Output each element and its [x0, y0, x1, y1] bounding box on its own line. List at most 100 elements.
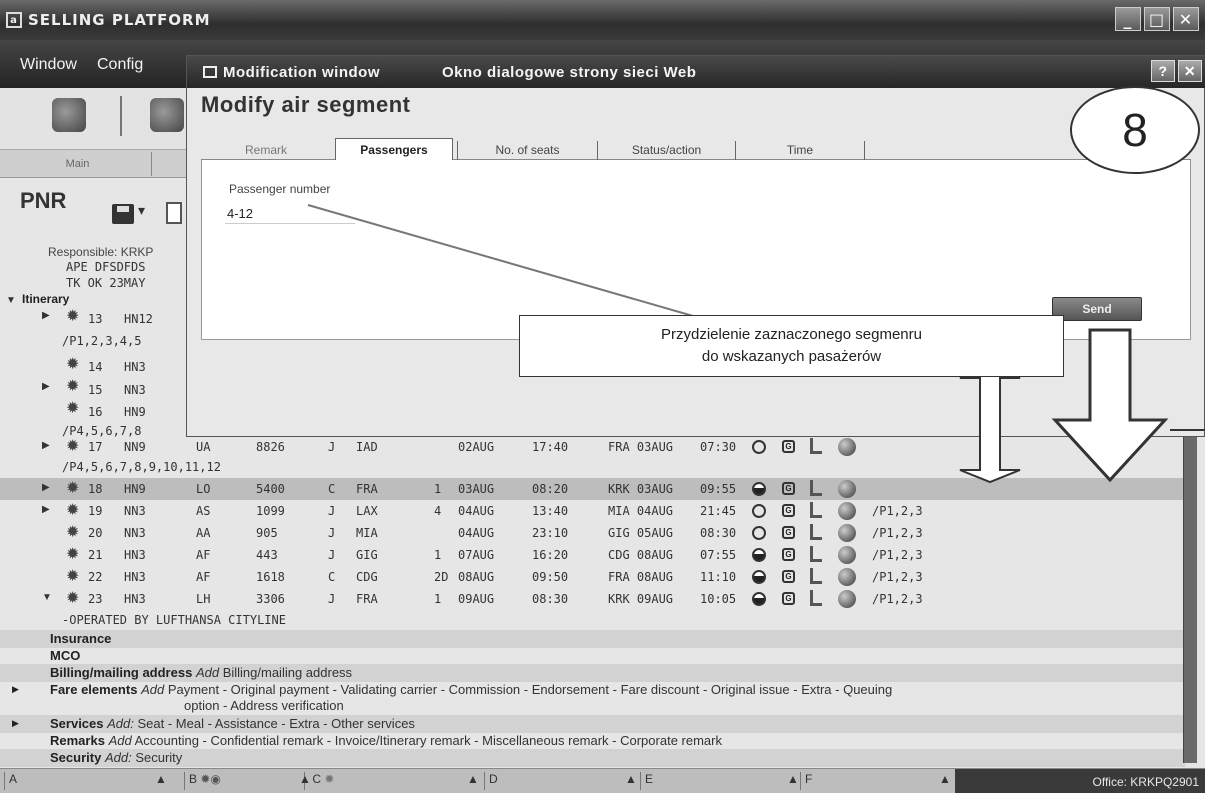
- toolbar-separator: [120, 96, 122, 136]
- expand-arrow-icon[interactable]: ▶: [42, 482, 50, 493]
- segment-dep-time: 16:20: [532, 548, 569, 562]
- toolbar-cup-icon[interactable]: [150, 98, 184, 132]
- save-icon[interactable]: [112, 204, 134, 224]
- ticket-icon[interactable]: G: [782, 482, 795, 495]
- info-globe-icon[interactable]: [838, 546, 856, 564]
- segment-row[interactable]: ▼ ✹ 23 HN3 LH 3306 J FRA 1 09AUG 08:30 KRK 09AUG 10:…: [0, 588, 1185, 610]
- segment-row[interactable]: ▶ ✹ 18 HN9 LO 5400 C FRA 1 03AUG 08:20 KRK 03AUG 09:…: [0, 478, 1185, 500]
- menu-window[interactable]: Window: [20, 56, 77, 74]
- segment-row[interactable]: ✹ 21 HN3 AF 443 J GIG 1 07AUG 16:20 CDG 08AUG 07:55…: [0, 544, 1185, 566]
- billing-link[interactable]: Billing/mailing address: [223, 665, 352, 680]
- segment-airline: LH: [196, 592, 211, 606]
- dialog-tabs: Remark Passengers No. of seats Status/ac…: [201, 138, 1191, 161]
- fare-elements-links-2[interactable]: option - Address verification: [184, 698, 344, 713]
- seat-icon[interactable]: [810, 590, 822, 606]
- expand-arrow-icon[interactable]: ▶: [42, 504, 50, 515]
- dialog-heading: Modify air segment: [201, 92, 411, 117]
- ticket-icon[interactable]: G: [782, 526, 795, 539]
- collapse-arrow-icon[interactable]: ▼: [42, 592, 52, 603]
- segment-row[interactable]: ▶ ✹ 17 NN9 UA 8826 J IAD 02AUG 17:40 FRA 03AUG 07:3…: [0, 436, 1185, 458]
- remarks-links[interactable]: Accounting - Confidential remark - Invoi…: [135, 733, 722, 748]
- fare-elements-row: ▶ Fare elements Add Payment - Original p…: [0, 681, 1185, 715]
- help-button[interactable]: ?: [1151, 60, 1175, 82]
- segment-status: NN3: [124, 526, 146, 540]
- dialog-close-button[interactable]: ✕: [1178, 60, 1202, 82]
- tab-main[interactable]: Main: [4, 152, 152, 176]
- segment-row[interactable]: ▶ ✹ 19 NN3 AS 1099 J LAX 4 04AUG 13:40 MIA 04AUG 21:…: [0, 500, 1185, 522]
- send-button[interactable]: Send: [1052, 297, 1142, 321]
- pnr-title: PNR: [20, 188, 67, 213]
- segment-dep-time: 08:20: [532, 482, 569, 496]
- segment-dep-date: 04AUG: [458, 504, 495, 518]
- seat-icon[interactable]: [810, 502, 822, 518]
- seat-icon[interactable]: [810, 568, 822, 584]
- modification-dialog: Modification window Okno dialogowe stron…: [186, 55, 1205, 437]
- info-globe-icon[interactable]: [838, 502, 856, 520]
- info-globe-icon[interactable]: [838, 524, 856, 542]
- ticket-icon[interactable]: G: [782, 592, 795, 605]
- expand-arrow-icon[interactable]: ▶: [42, 310, 50, 321]
- seat-icon[interactable]: [810, 438, 822, 454]
- minimize-button[interactable]: _: [1115, 7, 1141, 31]
- step-number-badge: 8: [1070, 86, 1200, 174]
- collapse-arrow-icon[interactable]: ▼: [6, 295, 16, 306]
- toolbar-globe-icon[interactable]: [52, 98, 86, 132]
- maximize-button[interactable]: □: [1144, 7, 1170, 31]
- mco-label[interactable]: MCO: [50, 648, 80, 663]
- dialog-body: [201, 160, 1191, 340]
- expand-arrow-icon[interactable]: ▶: [42, 440, 50, 451]
- app-title-bar: a SELLING PLATFORM _ □ ✕: [0, 0, 1205, 40]
- security-link[interactable]: Security: [135, 750, 182, 765]
- save-dropdown-icon[interactable]: ▾: [138, 202, 145, 219]
- expand-arrow-icon[interactable]: ▶: [42, 381, 50, 392]
- info-globe-icon[interactable]: [838, 568, 856, 586]
- tab-passengers[interactable]: Passengers: [335, 138, 453, 161]
- segment-arr-time: 07:30: [700, 440, 737, 454]
- insurance-label[interactable]: Insurance: [50, 631, 111, 646]
- ticket-icon[interactable]: G: [782, 504, 795, 517]
- tab-time[interactable]: Time: [735, 141, 865, 160]
- info-globe-icon[interactable]: [838, 480, 856, 498]
- add-label: Add: [141, 682, 165, 697]
- ticket-icon[interactable]: G: [782, 570, 795, 583]
- info-globe-icon[interactable]: [838, 438, 856, 456]
- segment-cls: J: [328, 440, 336, 454]
- expand-arrow-icon[interactable]: ▶: [12, 684, 19, 695]
- info-globe-icon[interactable]: [838, 590, 856, 608]
- segment-num: 22: [88, 570, 103, 584]
- fare-elements-links[interactable]: Payment - Original payment - Validating …: [168, 682, 892, 697]
- responsible-office: Responsible: KRKP: [48, 245, 154, 259]
- segment-flight: 1099: [256, 504, 285, 518]
- segment-airline: AS: [196, 504, 211, 518]
- services-links[interactable]: Seat - Meal - Assistance - Extra - Other…: [138, 716, 415, 731]
- segment-passengers: /P4,5,6,7,8,9,10,11,12: [62, 460, 221, 474]
- seat-icon[interactable]: [810, 546, 822, 562]
- segment-dep-time: 08:30: [532, 592, 569, 606]
- passenger-icon: ✹: [66, 356, 80, 373]
- expand-arrow-icon[interactable]: ▶: [12, 718, 19, 729]
- segment-cls: J: [328, 592, 336, 606]
- segment-from: LAX: [356, 504, 378, 518]
- security-row: Security Add: Security: [0, 749, 1185, 767]
- segment-row[interactable]: ✹ 22 HN3 AF 1618 C CDG 2D 08AUG 09:50 FRA 08AUG 11:…: [0, 566, 1185, 588]
- ticket-icon[interactable]: G: [782, 548, 795, 561]
- segment-pax: /P1,2,3: [872, 548, 923, 562]
- seat-icon[interactable]: [810, 480, 822, 496]
- tab-status-action[interactable]: Status/action: [597, 141, 735, 160]
- segment-from: FRA: [356, 482, 378, 496]
- seat-icon[interactable]: [810, 524, 822, 540]
- passenger-number-label: Passenger number: [229, 182, 331, 196]
- callout-text-line-1: Przydzielenie zaznaczonego segmenru: [661, 326, 922, 343]
- vertical-scrollbar[interactable]: [1183, 435, 1197, 763]
- document-icon[interactable]: [166, 202, 182, 224]
- segment-dep-time: 13:40: [532, 504, 569, 518]
- segment-dep-date: 03AUG: [458, 482, 495, 496]
- passenger-icon: ✹: [66, 502, 80, 519]
- tab-remark[interactable]: Remark: [211, 141, 321, 160]
- segment-row[interactable]: ✹ 20 NN3 AA 905 J MIA 04AUG 23:10 GIG 05AUG 08:30 /…: [0, 522, 1185, 544]
- menu-config[interactable]: Config: [97, 56, 143, 74]
- close-button[interactable]: ✕: [1173, 7, 1199, 31]
- passenger-number-input[interactable]: [225, 204, 355, 222]
- tab-no-of-seats[interactable]: No. of seats: [457, 141, 597, 160]
- ticket-icon[interactable]: G: [782, 440, 795, 453]
